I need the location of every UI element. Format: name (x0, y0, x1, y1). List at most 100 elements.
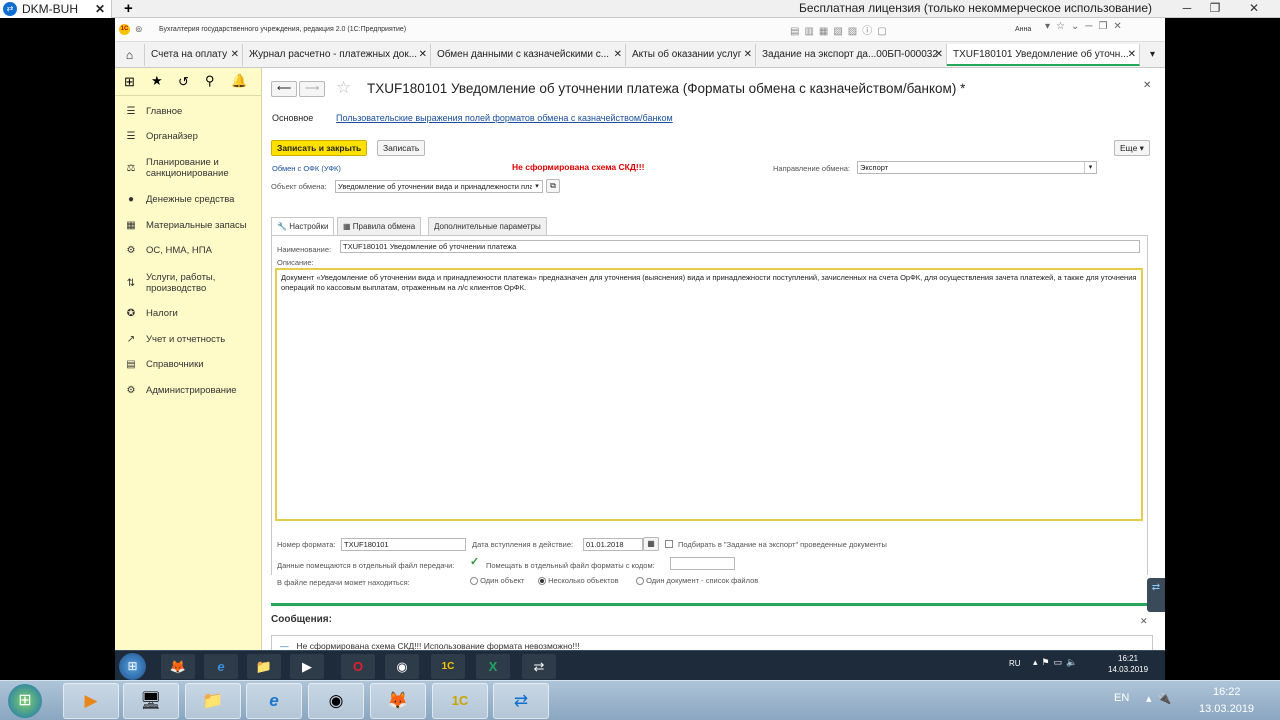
save-button[interactable]: Записать (377, 140, 426, 156)
network-icon[interactable]: 🖥 (123, 683, 179, 719)
history-icon[interactable]: ↺ (178, 74, 189, 90)
app-menu-icon[interactable]: ⊚ (135, 24, 143, 35)
open-object-button[interactable]: ⧉ (546, 179, 560, 193)
format-field[interactable]: TXUF180101 (341, 538, 466, 551)
teamviewer-taskbar-icon[interactable]: ⇄ (493, 683, 549, 719)
menu-icon: ☰ (126, 106, 136, 117)
ie-icon[interactable]: e (246, 683, 302, 719)
save-close-button[interactable]: Записать и закрыть (271, 140, 368, 156)
1c-taskbar-icon[interactable]: 1С (432, 683, 488, 719)
messages-close-icon[interactable]: ✕ (1140, 616, 1148, 627)
tab-payment-journal[interactable]: Журнал расчетно - платежных док... ✕ (243, 44, 431, 66)
close-icon[interactable]: ✕ (95, 2, 105, 16)
media-player-icon[interactable]: ▶ (63, 683, 119, 719)
pick-checkbox[interactable] (665, 540, 673, 548)
teamviewer-tab[interactable]: ⇄ DKM-BUH ✕ (0, 0, 112, 18)
chrome-icon[interactable]: ◉ (385, 654, 419, 679)
format-label: Номер формата: (277, 540, 336, 549)
explorer-icon[interactable]: 📁 (185, 683, 241, 719)
tab-export-task[interactable]: Задание на экспорт да...00БП-000032 ✕ (756, 44, 947, 66)
back-button[interactable]: ⟵ (271, 81, 297, 97)
teamviewer-icon: ⇄ (3, 2, 17, 16)
tab-invoices[interactable]: Счета на оплату ✕ (145, 44, 243, 66)
sidebar-item-accounting[interactable]: ↗ Учет и отчетность (125, 334, 260, 345)
file-content-label: В файле передачи может находиться: (277, 578, 410, 587)
materials-icon: ▦ (126, 220, 136, 231)
favorite-star-icon[interactable]: ☆ (336, 78, 351, 98)
minimize-icon[interactable]: ─ (1175, 1, 1199, 16)
chrome-icon[interactable]: ◉ (308, 683, 364, 719)
sidebar-item-services[interactable]: ⇅ Услуги, работы, производство (125, 272, 260, 294)
sidebar-item-taxes[interactable]: ✪ Налоги (125, 308, 260, 319)
description-textarea[interactable]: Документ «Уведомление об уточнении вида … (275, 268, 1143, 521)
local-taskbar: ⊞ ▶ 🖥 📁 e ◉ 🦊 1С ⇄ EN ▴🔌 16:22 13.03.201… (0, 680, 1280, 720)
user-name[interactable]: Анна (1015, 26, 1031, 33)
sidebar-item-materials[interactable]: ▦ Материальные запасы (125, 220, 260, 231)
radio-one-document[interactable]: Один документ - список файлов (636, 576, 758, 586)
format-code-field[interactable] (670, 557, 735, 570)
calendar-icon[interactable]: ▦ (643, 537, 659, 551)
messages-title: Сообщения: (271, 614, 332, 625)
explorer-icon[interactable]: 📁 (247, 654, 281, 679)
nav-user-expressions-link[interactable]: Пользовательские выражения полей формато… (336, 113, 673, 123)
sidebar-item-money[interactable]: ● Денежные средства (125, 194, 260, 205)
description-label: Описание: (277, 258, 314, 267)
bell-icon[interactable]: 🔔 (231, 73, 247, 89)
tab-additional-params[interactable]: Дополнительные параметры (428, 217, 547, 235)
form-area: ⟵ ⟶ ☆ TXUF180101 Уведомление об уточнени… (263, 68, 1165, 657)
taxes-icon: ✪ (126, 308, 136, 319)
firefox-icon[interactable]: 🦊 (161, 654, 195, 679)
sidebar-item-organizer[interactable]: ☰ Органайзер (125, 131, 260, 142)
tab-settings[interactable]: 🔧 Настройки (271, 217, 335, 236)
teamviewer-taskbar-icon[interactable]: ⇄ (522, 654, 556, 679)
star-icon[interactable]: ★ (151, 73, 163, 89)
tab-treasury-exchange[interactable]: Обмен данными с казначейскими с... ✕ (431, 44, 626, 66)
tab-exchange-rules[interactable]: ▦ Правила обмена (337, 217, 422, 235)
windows-start-icon[interactable]: ⊞ (8, 684, 42, 718)
sidebar-item-assets[interactable]: ⚙ ОС, НМА, НПА (125, 245, 260, 256)
teamviewer-panel-handle[interactable]: ⇄ (1147, 578, 1165, 612)
direction-field[interactable]: Экспорт ▾ (857, 161, 1097, 174)
restore-icon[interactable]: ❐ (1203, 1, 1227, 16)
media-player-icon[interactable]: ▶ (290, 654, 324, 679)
tabs-dropdown-icon[interactable]: ▾ (1140, 44, 1165, 66)
ie-icon[interactable]: e (204, 654, 238, 679)
tab-service-acts[interactable]: Акты об оказании услуг ✕ (626, 44, 756, 66)
object-field[interactable]: Уведомление об уточнении вида и принадле… (335, 180, 543, 193)
exchange-link[interactable]: Обмен с ОФК (УФК) (272, 164, 341, 173)
local-date: 13.03.2019 (1199, 703, 1255, 715)
more-button[interactable]: Еще ▾ (1114, 140, 1150, 156)
name-field[interactable]: TXUF180101 Уведомление об уточнении плат… (340, 240, 1140, 253)
search-icon[interactable]: ⚲ (205, 73, 215, 89)
add-tab-button[interactable]: + (124, 0, 133, 17)
date-field[interactable]: 01.01.2018 (583, 538, 643, 551)
remote-time: 16:21 (1118, 654, 1139, 663)
close-window-icon[interactable]: ✕ (1242, 1, 1266, 16)
excel-icon[interactable]: X (476, 654, 510, 679)
firefox-icon[interactable]: 🦊 (370, 683, 426, 719)
windows-start-icon[interactable]: ⊞ (119, 653, 146, 680)
remote-lang[interactable]: RU (1009, 659, 1021, 668)
remote-date: 14.03.2019 (1108, 665, 1149, 674)
forward-button[interactable]: ⟶ (299, 81, 325, 97)
home-icon[interactable]: ⌂ (115, 44, 145, 66)
local-tray-icons[interactable]: ▴🔌 (1146, 692, 1177, 705)
tab-txuf180101[interactable]: TXUF180101 Уведомление об уточн... ✕ (947, 44, 1140, 66)
separate-checkbox[interactable]: ✓ (470, 557, 479, 568)
sidebar-item-planning[interactable]: ⚖ Планирование и санкционирование (125, 157, 260, 179)
app-window-controls[interactable]: ▾☆⌄─❐✕ (1045, 21, 1128, 32)
remote-tray-icons[interactable]: ▴⚑▭🔈 (1033, 657, 1081, 668)
sidebar-item-reference[interactable]: ▤ Справочники (125, 359, 260, 370)
opera-icon[interactable]: O (341, 654, 375, 679)
sidebar-item-admin[interactable]: ⚙ Администрирование (125, 385, 260, 396)
local-lang[interactable]: EN (1114, 692, 1129, 704)
grid-icon[interactable]: ⊞ (124, 74, 135, 90)
sidebar-item-main[interactable]: ☰ Главное (125, 106, 260, 117)
1c-taskbar-icon[interactable]: 1С (431, 654, 465, 679)
nav-main[interactable]: Основное (272, 113, 313, 123)
radio-several-objects[interactable]: Несколько объектов (538, 576, 619, 586)
radio-one-object[interactable]: Один объект (470, 576, 524, 586)
local-time: 16:22 (1213, 686, 1241, 698)
form-close-icon[interactable]: ✕ (1143, 80, 1151, 91)
app-toolbar-icons[interactable]: ▤▥▦▧▨ⓘ▢ (790, 22, 892, 37)
